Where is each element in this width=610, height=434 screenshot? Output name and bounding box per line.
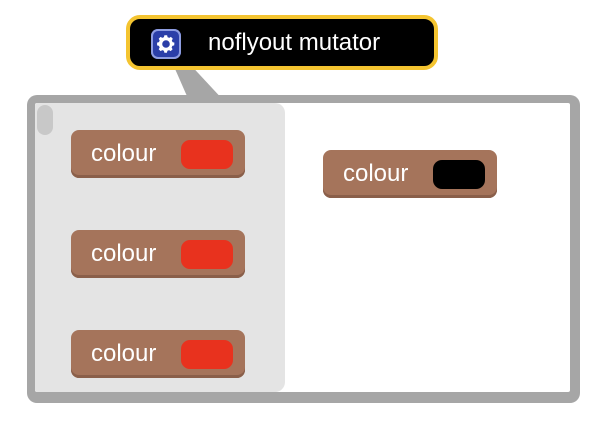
colour-block-label: colour xyxy=(91,240,157,267)
colour-block-label: colour xyxy=(91,340,157,367)
workspace-colour-block[interactable]: colour xyxy=(323,150,497,198)
colour-swatch[interactable] xyxy=(181,340,233,369)
mutator-block[interactable]: noflyout mutator xyxy=(126,15,438,70)
flyout-colour-block[interactable]: colour xyxy=(71,330,245,378)
colour-swatch[interactable] xyxy=(181,140,233,169)
flyout-colour-block[interactable]: colour xyxy=(71,130,245,178)
colour-swatch[interactable] xyxy=(181,240,233,269)
scroll-handle[interactable] xyxy=(37,105,53,135)
mutator-bubble[interactable]: colour colour colour colour xyxy=(27,95,580,403)
colour-block-label: colour xyxy=(343,160,409,187)
gear-icon[interactable] xyxy=(151,29,181,59)
mutator-block-title: noflyout mutator xyxy=(208,29,381,56)
mutator-workspace[interactable]: colour colour colour colour xyxy=(35,103,570,392)
blockly-stage: noflyout mutator colour colour colour co… xyxy=(0,0,610,434)
flyout-colour-block[interactable]: colour xyxy=(71,230,245,278)
flyout[interactable]: colour colour colour xyxy=(35,103,285,392)
colour-swatch[interactable] xyxy=(433,160,485,189)
colour-block-label: colour xyxy=(91,140,157,167)
